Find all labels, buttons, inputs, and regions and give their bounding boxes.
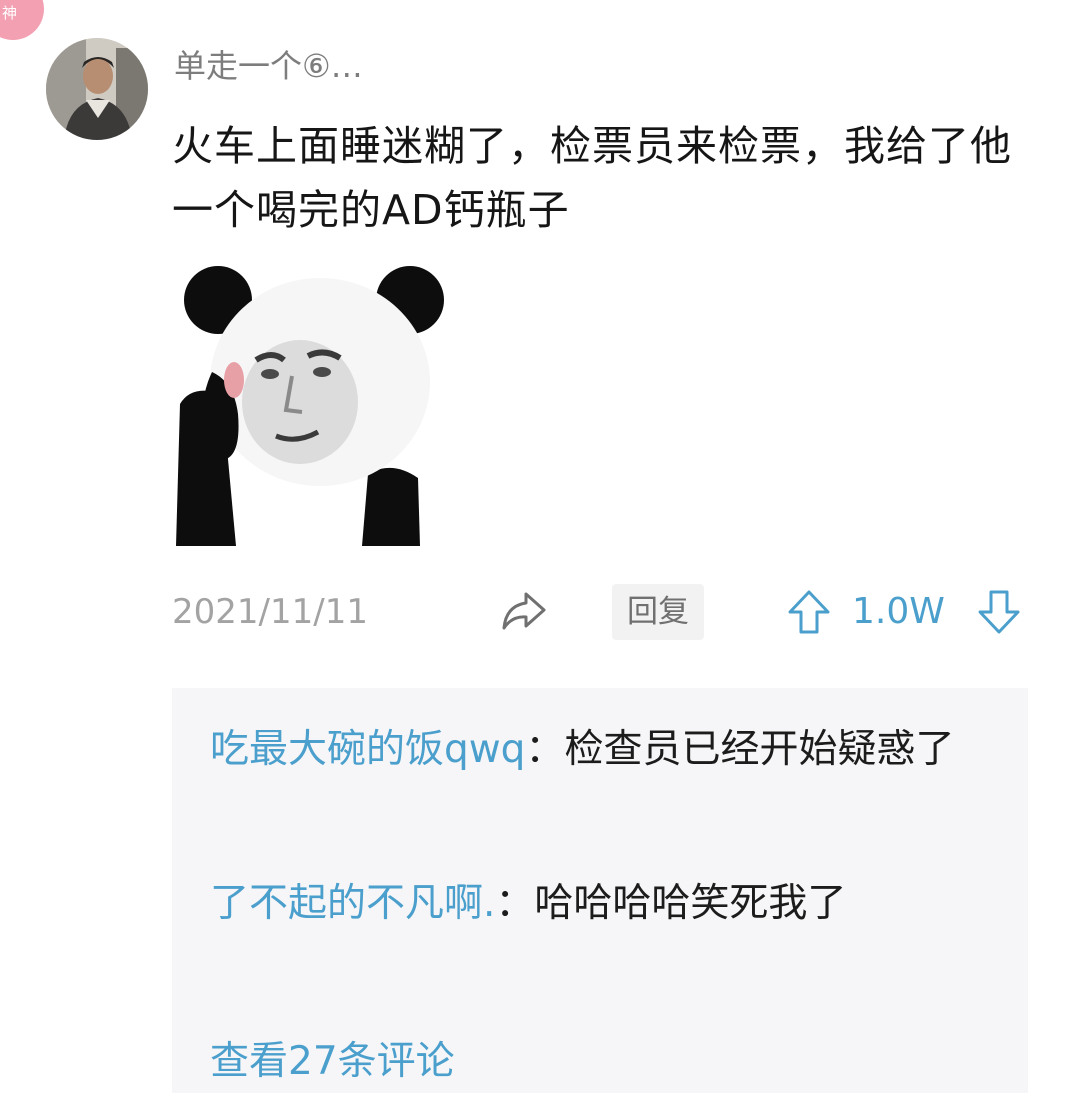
badge-label: 神: [2, 4, 18, 22]
share-icon: [502, 592, 546, 630]
reply-button[interactable]: 回复: [612, 584, 704, 640]
arrow-down-icon: [978, 590, 1020, 634]
username[interactable]: 单走一个⑥…: [174, 44, 363, 88]
reply-separator: ：: [495, 881, 535, 926]
avatar-photo: [46, 38, 148, 140]
meme-image[interactable]: [172, 264, 454, 546]
reply-author[interactable]: 了不起的不凡啊.: [210, 881, 495, 926]
post-text: 火车上面睡迷糊了，检票员来检票，我给了他一个喝完的AD钙瓶子: [172, 122, 1012, 234]
share-button[interactable]: [498, 586, 550, 638]
reply-item: 吃最大碗的饭qwq：检查员已经开始疑惑了: [210, 718, 970, 782]
post-date: 2021/11/11: [172, 592, 368, 632]
reply-text: 检查员已经开始疑惑了: [564, 727, 955, 772]
upvote-button[interactable]: [786, 588, 832, 636]
reply-text: 哈哈哈哈笑死我了: [534, 881, 847, 926]
arrow-up-icon: [788, 590, 830, 634]
like-count: 1.0W: [852, 591, 945, 632]
god-comment-badge: 神: [0, 0, 44, 40]
reply-item: 了不起的不凡啊.：哈哈哈哈笑死我了: [210, 872, 970, 936]
reply-author[interactable]: 吃最大碗的饭qwq: [210, 727, 525, 772]
avatar[interactable]: [46, 38, 148, 140]
reply-separator: ：: [525, 727, 565, 772]
downvote-button[interactable]: [976, 588, 1022, 636]
replies-panel: 吃最大碗的饭qwq：检查员已经开始疑惑了 了不起的不凡啊.：哈哈哈哈笑死我了 查…: [172, 688, 1028, 1093]
panda-meme-icon: [172, 264, 454, 546]
view-more-comments-link[interactable]: 查看27条评论: [210, 1030, 455, 1093]
